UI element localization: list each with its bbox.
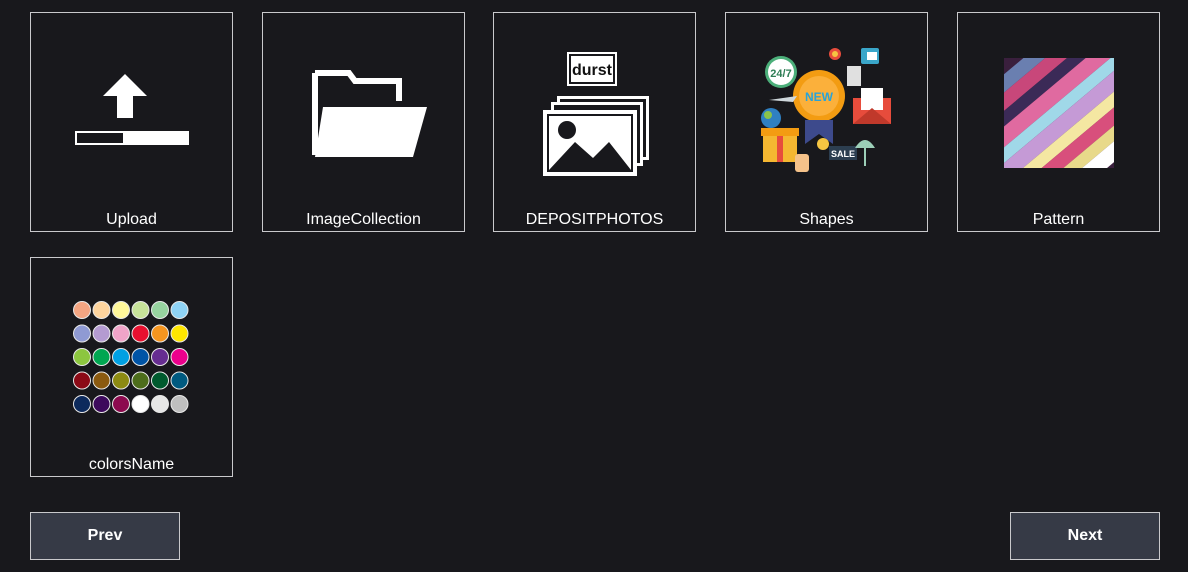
color-swatch[interactable] <box>72 395 91 413</box>
svg-text:SALE: SALE <box>830 149 854 159</box>
color-swatch[interactable] <box>111 395 130 413</box>
color-swatch[interactable] <box>131 301 149 319</box>
color-swatch[interactable] <box>131 348 149 366</box>
color-swatch[interactable] <box>170 395 188 413</box>
upload-icon <box>31 13 232 213</box>
color-swatch[interactable] <box>111 348 130 366</box>
color-swatch[interactable] <box>92 324 110 343</box>
tile-label: DEPOSITPHOTOS <box>525 211 664 228</box>
color-swatch[interactable] <box>150 395 169 413</box>
prev-button[interactable]: Prev <box>30 512 180 560</box>
tile-label: Shapes <box>799 211 854 228</box>
color-swatch[interactable] <box>150 324 169 343</box>
color-swatch[interactable] <box>131 371 149 390</box>
color-swatch[interactable] <box>72 324 91 343</box>
color-swatch[interactable] <box>170 348 188 366</box>
tile-pattern[interactable]: Pattern <box>957 12 1160 232</box>
shapes-collage-icon: 24/7 NEW SALE <box>726 13 927 213</box>
pattern-swatch-icon <box>958 13 1159 213</box>
tile-label: colorsName <box>88 456 175 473</box>
tile-upload[interactable]: Upload <box>30 12 233 232</box>
color-swatch[interactable] <box>92 371 110 390</box>
color-swatch[interactable] <box>72 348 91 366</box>
next-button[interactable]: Next <box>1010 512 1160 560</box>
color-swatch[interactable] <box>111 324 130 343</box>
color-palette-icon <box>31 258 232 458</box>
color-swatch[interactable] <box>72 301 91 319</box>
tile-label: ImageCollection <box>306 211 421 228</box>
svg-text:24/7: 24/7 <box>770 68 791 80</box>
color-swatch[interactable] <box>131 395 149 413</box>
tile-colors-name[interactable]: colorsName <box>30 257 233 477</box>
color-swatch[interactable] <box>92 301 110 319</box>
color-swatch[interactable] <box>111 371 130 390</box>
color-swatch[interactable] <box>72 371 91 390</box>
color-swatch[interactable] <box>150 348 169 366</box>
color-swatch[interactable] <box>131 324 149 343</box>
tile-label: Pattern <box>1032 211 1085 228</box>
color-swatch[interactable] <box>92 348 110 366</box>
image-stack-icon: durst <box>494 13 695 213</box>
color-swatch[interactable] <box>170 301 188 319</box>
color-swatch[interactable] <box>92 395 110 413</box>
svg-text:NEW: NEW <box>805 90 834 104</box>
durst-badge: durst <box>572 62 613 79</box>
color-swatch[interactable] <box>170 371 188 390</box>
tile-depositphotos[interactable]: durst DEPOSITPHOTOS <box>493 12 696 232</box>
color-swatch[interactable] <box>170 324 188 343</box>
tile-image-collection[interactable]: ImageCollection <box>262 12 465 232</box>
folder-icon <box>263 13 464 213</box>
tile-label: Upload <box>106 211 157 228</box>
color-swatch[interactable] <box>150 301 169 319</box>
tile-shapes[interactable]: 24/7 NEW SALE Shapes <box>725 12 928 232</box>
color-swatch[interactable] <box>111 301 130 319</box>
color-swatch[interactable] <box>150 371 169 390</box>
